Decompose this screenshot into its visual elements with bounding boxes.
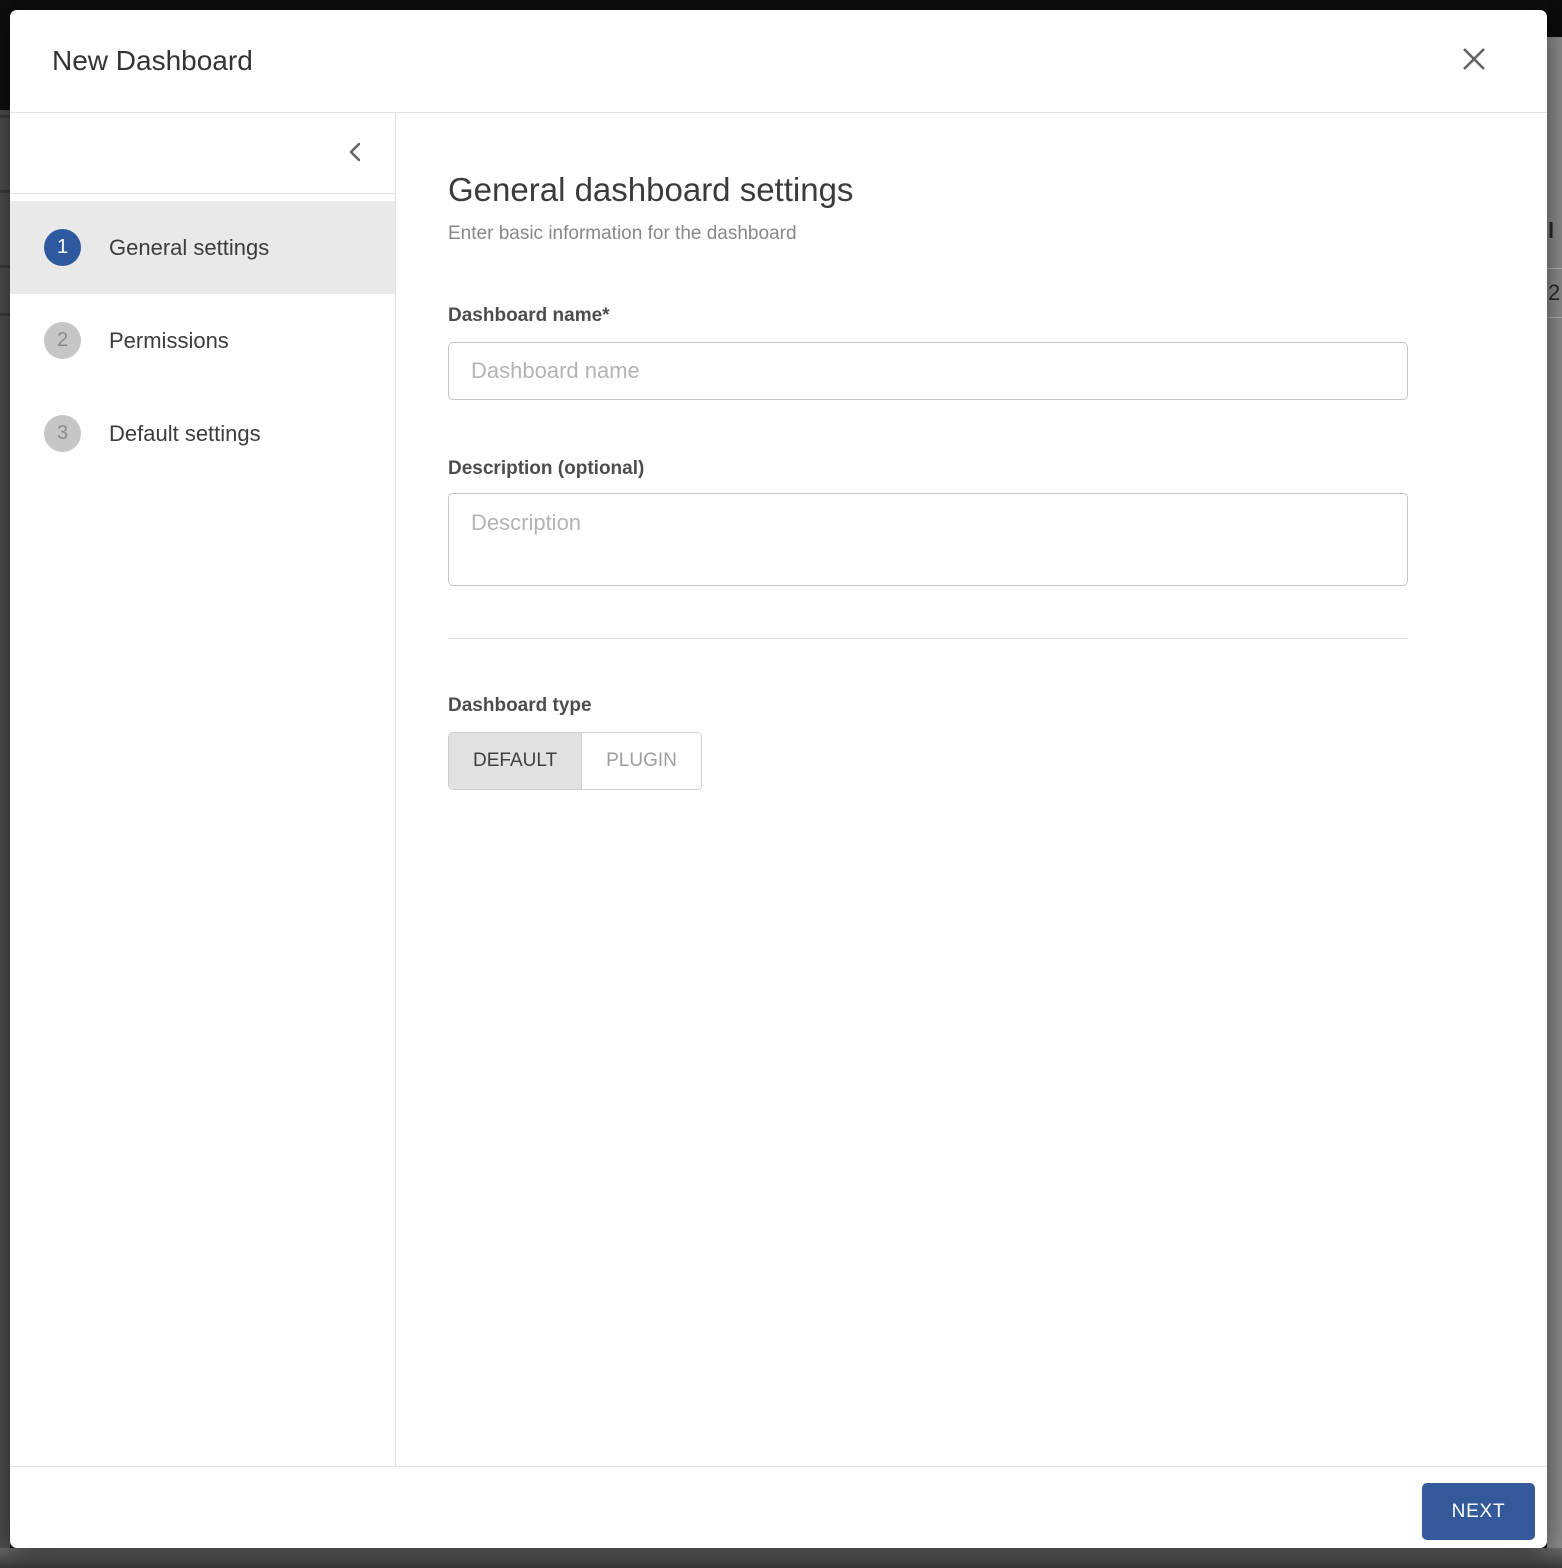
page-subtitle: Enter basic information for the dashboar…: [448, 223, 797, 244]
backdrop-right-strip: l 2:: [1547, 0, 1562, 1568]
dashboard-type-label: Dashboard type: [448, 695, 592, 716]
page-title: General dashboard settings: [448, 171, 854, 208]
collapse-sidebar-button[interactable]: [337, 135, 373, 171]
type-option-plugin[interactable]: PLUGIN: [581, 733, 701, 789]
backdrop-row-line: [0, 115, 10, 118]
type-option-default[interactable]: DEFAULT: [449, 733, 582, 789]
backdrop-right-top: [1547, 0, 1562, 37]
section-divider: [448, 638, 1408, 639]
step-number-badge: 3: [44, 415, 81, 452]
step-label: Permissions: [109, 327, 229, 353]
dashboard-name-input[interactable]: [448, 342, 1408, 400]
backdrop-bottom-strip: [0, 1548, 1562, 1568]
backdrop-text-fragment: 2:: [1548, 280, 1562, 305]
modal-footer: NEXT: [10, 1466, 1547, 1548]
backdrop-row-line: [0, 265, 10, 268]
dashboard-name-label: Dashboard name*: [448, 305, 610, 326]
new-dashboard-modal: New Dashboard 1 General settings 2 Permi…: [10, 10, 1547, 1548]
step-default-settings[interactable]: 3 Default settings: [10, 387, 395, 480]
step-number-badge: 2: [44, 322, 81, 359]
description-textarea[interactable]: [448, 493, 1408, 586]
close-icon: [1461, 46, 1487, 75]
backdrop-row-line: [0, 190, 10, 193]
step-number-badge: 1: [44, 229, 81, 266]
step-permissions[interactable]: 2 Permissions: [10, 294, 395, 387]
step-general-settings[interactable]: 1 General settings: [10, 201, 395, 294]
description-label: Description (optional): [448, 458, 645, 479]
modal-header: New Dashboard: [10, 10, 1547, 113]
wizard-sidebar: 1 General settings 2 Permissions 3 Defau…: [10, 113, 396, 1466]
settings-form-panel: General dashboard settings Enter basic i…: [396, 113, 1547, 1466]
backdrop-row-line: [1547, 268, 1562, 269]
backdrop-left-strip: [0, 0, 10, 1568]
dashboard-type-toggle: DEFAULT PLUGIN: [448, 732, 702, 790]
wizard-steps: 1 General settings 2 Permissions 3 Defau…: [10, 201, 395, 480]
chevron-left-icon: [347, 141, 363, 166]
modal-title: New Dashboard: [52, 45, 253, 76]
close-button[interactable]: [1454, 40, 1494, 80]
next-button[interactable]: NEXT: [1422, 1483, 1535, 1540]
backdrop-text-fragment: l: [1548, 218, 1555, 243]
backdrop-row-line: [1547, 317, 1562, 318]
step-label: General settings: [109, 234, 270, 260]
backdrop-left-top: [0, 0, 10, 110]
step-label: Default settings: [109, 420, 261, 446]
sidebar-header: [10, 113, 395, 194]
modal-body: 1 General settings 2 Permissions 3 Defau…: [10, 113, 1547, 1466]
backdrop-row-line: [0, 313, 10, 316]
